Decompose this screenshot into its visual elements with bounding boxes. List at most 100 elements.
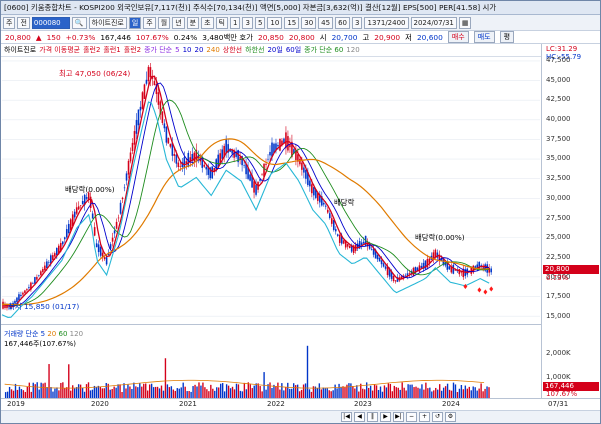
volume-bar — [22, 390, 25, 398]
search-icon[interactable]: 🔍 — [71, 16, 87, 29]
zoom-out-button[interactable]: − — [406, 412, 417, 422]
annotation-dividend-3: 배당락(0.00%) — [415, 233, 465, 242]
volume-bar — [99, 386, 102, 398]
candle — [169, 143, 172, 149]
sell-button[interactable]: 매도 — [473, 31, 495, 43]
legend-item-4[interactable]: 홀런2 — [124, 45, 141, 55]
volume-bar — [304, 383, 307, 398]
legend-item-0[interactable]: 하이트진로 — [4, 45, 36, 55]
scroll-left-button[interactable]: ◀ — [354, 412, 365, 422]
interval-month-button[interactable]: 월 — [157, 16, 171, 29]
volume-bar — [255, 383, 257, 398]
scroll-first-button[interactable]: |◀ — [341, 412, 352, 422]
candle — [424, 260, 427, 270]
volume-bar — [332, 390, 334, 398]
stock-code-input[interactable] — [31, 16, 70, 29]
interval-tick-button[interactable]: 틱 — [215, 16, 228, 29]
candle — [75, 202, 78, 215]
volume-bar — [440, 390, 443, 398]
legend-item-8[interactable]: 20 — [195, 46, 204, 54]
price-axis: LC:31.29 HC:-55.79 47,500 45,000 42,500 40,… — [541, 44, 600, 324]
volume-bar — [89, 390, 92, 398]
interval-week-button[interactable]: 주 — [143, 16, 156, 29]
volume-bar — [127, 384, 129, 398]
minute-custom-button[interactable]: 3 — [352, 16, 363, 29]
interval-day-button[interactable]: 일 — [128, 16, 142, 29]
candle — [181, 157, 184, 172]
volume-bar — [40, 382, 42, 398]
candle — [151, 69, 154, 86]
legend-item-13[interactable]: 60일 — [286, 45, 301, 55]
legend-item-1[interactable]: 가격 이동평균 — [39, 45, 80, 55]
volume-bar — [470, 390, 472, 398]
volume-bar — [62, 382, 64, 398]
volume-bar — [281, 383, 283, 398]
volume-bar — [143, 383, 145, 398]
volume-bar — [401, 382, 403, 398]
volume-bar — [409, 384, 411, 398]
volume-bar — [379, 386, 382, 398]
price-tick-7: 30,000 — [546, 193, 571, 202]
candle — [279, 138, 281, 152]
minute-45-button[interactable]: 45 — [318, 16, 334, 29]
interval-minute-button[interactable]: 분 — [186, 16, 200, 29]
settings-gear-icon[interactable]: ⚙ — [445, 412, 456, 422]
pause-button[interactable]: ‖ — [367, 412, 378, 422]
volume-bar — [184, 386, 186, 398]
legend-item-2[interactable]: 홀런2 — [83, 45, 100, 55]
legend-item-3[interactable]: 홀런1 — [103, 45, 120, 55]
eval-button[interactable]: 평 — [499, 31, 515, 43]
volume-bar — [204, 387, 206, 398]
candle — [488, 264, 490, 277]
volume-bar — [170, 386, 173, 398]
legend-item-12[interactable]: 20일 — [267, 45, 282, 55]
interval-second-button[interactable]: 초 — [201, 16, 214, 29]
volume-bar — [306, 345, 309, 398]
interval-year-button[interactable]: 년 — [172, 16, 185, 29]
date-field[interactable]: 2024/07/31 — [410, 16, 457, 29]
minute-30-button[interactable]: 30 — [301, 16, 317, 29]
minute-60-button[interactable]: 60 — [335, 16, 351, 29]
volume-bar — [105, 382, 107, 398]
legend-item-11[interactable]: 하한선 — [245, 45, 264, 55]
volume-bar — [196, 386, 198, 398]
volume-bar — [444, 386, 447, 398]
volume-bar — [219, 383, 222, 398]
period-select[interactable]: 주 — [3, 16, 16, 29]
volume-bar — [131, 388, 133, 398]
legend-item-9[interactable]: 240 — [206, 46, 219, 54]
buy-button[interactable]: 매수 — [447, 31, 469, 43]
minute-3-button[interactable]: 3 — [242, 16, 253, 29]
volume-bar — [158, 388, 161, 398]
minute-15-button[interactable]: 15 — [284, 16, 300, 29]
legend-item-7[interactable]: 10 — [183, 46, 192, 54]
count-field[interactable]: 1371/2400 — [364, 16, 409, 29]
volume-bar — [206, 389, 208, 398]
minute-5-button[interactable]: 5 — [254, 16, 266, 29]
candle — [330, 214, 333, 227]
legend-item-15[interactable]: 120 — [346, 46, 359, 54]
legend-item-6[interactable]: 5 — [175, 46, 179, 54]
volume-bar — [198, 382, 200, 398]
legend-item-10[interactable]: 상한선 — [223, 45, 242, 55]
minute-1-button[interactable]: 1 — [230, 16, 241, 29]
volume-bar — [474, 387, 476, 398]
minute-10-button[interactable]: 10 — [267, 16, 283, 29]
legend-item-14[interactable]: 종가 단순 60 — [304, 45, 343, 55]
zoom-in-button[interactable]: + — [419, 412, 430, 422]
volume-bar — [403, 387, 405, 398]
reset-button[interactable]: ↺ — [432, 412, 443, 422]
scroll-right-button[interactable]: ▶ — [380, 412, 391, 422]
scroll-last-button[interactable]: ▶| — [393, 412, 404, 422]
market-select[interactable]: 전 — [17, 16, 30, 29]
volume-bar — [160, 385, 163, 398]
volume-bar — [194, 384, 196, 398]
calendar-icon[interactable]: ▦ — [458, 16, 472, 29]
candle — [4, 301, 6, 310]
candle — [450, 263, 453, 274]
volume-bar — [419, 388, 421, 398]
candle — [490, 266, 492, 275]
legend-item-5[interactable]: 종가 단순 — [144, 45, 172, 55]
volume-bar — [38, 389, 40, 398]
x-label-2020: 2020 — [91, 400, 109, 408]
